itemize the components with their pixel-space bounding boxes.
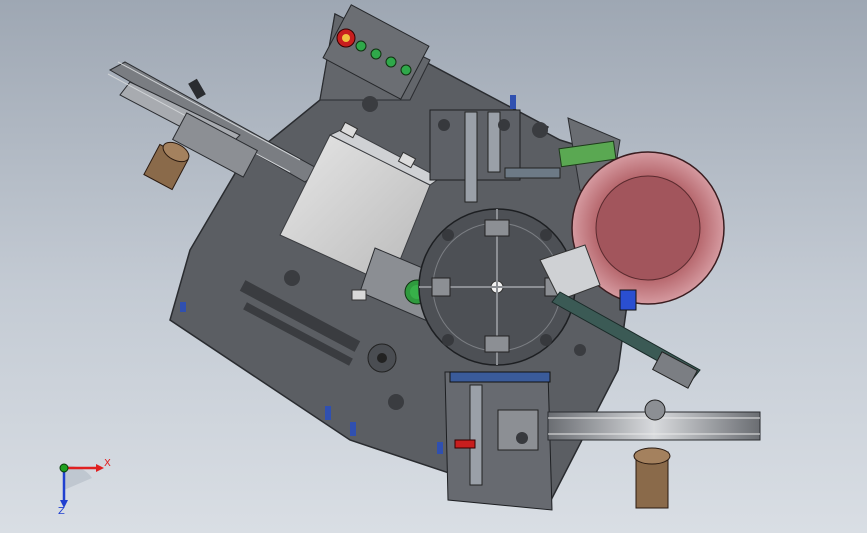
y-axis-arrow xyxy=(59,463,69,473)
indicator-button-2[interactable] xyxy=(370,48,382,60)
lower-station xyxy=(444,371,553,511)
left-feeder-rail xyxy=(107,61,321,183)
x-axis-label: X xyxy=(104,458,111,469)
model-canvas[interactable]: X Z xyxy=(0,0,867,533)
indicator-button-1[interactable] xyxy=(355,40,367,52)
rotary-table[interactable] xyxy=(418,208,576,366)
indicator-button-3[interactable] xyxy=(385,56,397,68)
right-reel xyxy=(633,447,671,509)
cad-viewport[interactable]: X Z xyxy=(0,0,867,533)
coordinate-triad: X Z xyxy=(58,458,111,517)
indicator-button-4[interactable] xyxy=(400,64,412,76)
z-axis-label: Z xyxy=(58,506,65,517)
